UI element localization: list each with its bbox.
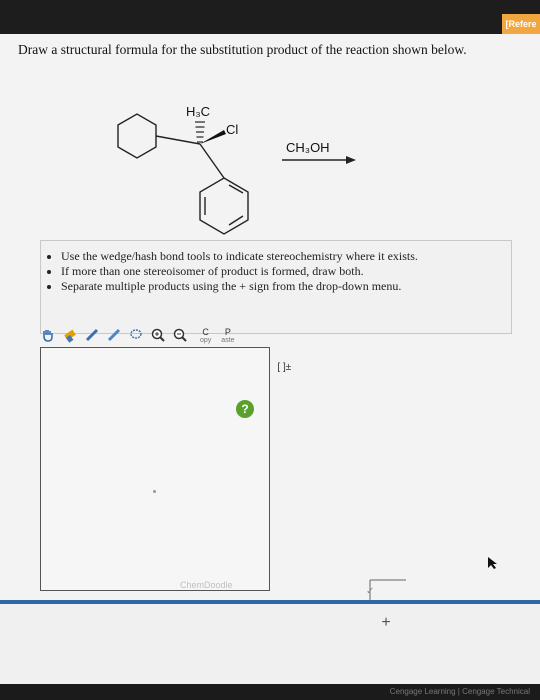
phenyl-bond bbox=[199, 143, 225, 179]
copy-button[interactable]: C opy bbox=[200, 327, 211, 344]
paste-label: P bbox=[224, 326, 231, 337]
lasso-icon[interactable] bbox=[128, 327, 144, 343]
bracket-tool[interactable]: [ ]± bbox=[277, 362, 291, 373]
help-icon[interactable]: ? bbox=[236, 400, 254, 418]
copy-small-label: opy bbox=[200, 336, 212, 344]
footer-bar: Cengage Learning | Cengage Technical bbox=[0, 684, 540, 700]
instruction-item: Use the wedge/hash bond tools to indicat… bbox=[61, 249, 511, 264]
cyclohexane-ring bbox=[117, 113, 157, 159]
reaction-scheme: H₃C Cl CH₃OH bbox=[117, 104, 356, 235]
instructions-box: Use the wedge/hash bond tools to indicat… bbox=[40, 240, 512, 334]
question-prompt: Draw a structural formula for the substi… bbox=[18, 42, 467, 57]
top-bar: [Refere bbox=[0, 0, 540, 34]
zoom-in-icon[interactable] bbox=[150, 327, 166, 343]
chemdoodle-brand: ChemDoodle bbox=[180, 580, 233, 590]
drawing-canvas[interactable] bbox=[40, 347, 270, 591]
footer-text: Cengage Learning | Cengage Technical bbox=[389, 687, 530, 696]
chloro-label: Cl bbox=[226, 122, 238, 137]
copy-label: C bbox=[202, 326, 209, 337]
benzene-ring bbox=[199, 177, 249, 235]
paste-button[interactable]: P aste bbox=[221, 327, 234, 344]
add-product-button[interactable]: + bbox=[366, 608, 406, 638]
pencil-alt-icon[interactable] bbox=[106, 327, 122, 343]
check-mark: ✓ bbox=[366, 586, 375, 597]
instruction-item: If more than one stereoisomer of product… bbox=[61, 264, 511, 279]
methyl-label: H₃C bbox=[186, 104, 210, 119]
canvas-dot bbox=[153, 490, 156, 493]
eraser-icon[interactable] bbox=[62, 327, 78, 343]
ring-bond bbox=[155, 135, 201, 145]
reagent-label: CH₃OH bbox=[286, 140, 330, 155]
arrow-head bbox=[346, 156, 356, 164]
references-tab[interactable]: [Refere bbox=[502, 14, 540, 34]
instruction-item: Separate multiple products using the + s… bbox=[61, 279, 511, 294]
cursor-icon bbox=[488, 557, 497, 569]
bottom-area bbox=[0, 604, 540, 684]
hand-icon[interactable] bbox=[40, 327, 56, 343]
paste-small-label: aste bbox=[221, 336, 235, 344]
zoom-out-icon[interactable] bbox=[172, 327, 188, 343]
toolbar-row-1: C opy P aste bbox=[40, 324, 241, 346]
hash-bond-methyl bbox=[195, 121, 205, 143]
pencil-icon[interactable] bbox=[84, 327, 100, 343]
